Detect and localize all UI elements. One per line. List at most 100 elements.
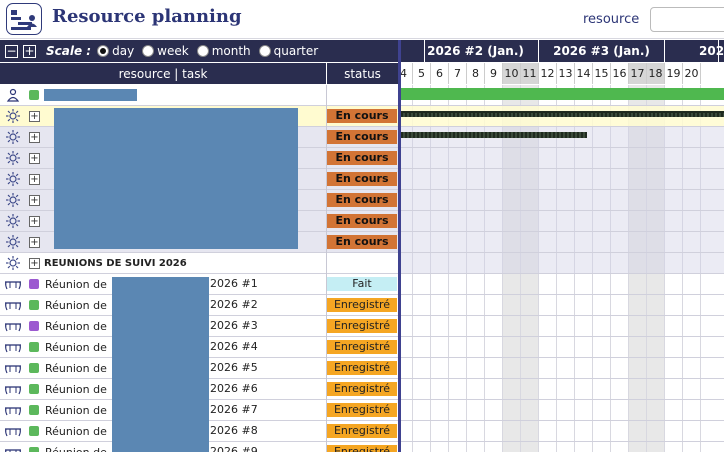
project-bar[interactable] bbox=[401, 111, 724, 117]
redacted-resource-name bbox=[44, 89, 137, 101]
resource-task-column-header[interactable]: resource | task bbox=[0, 63, 326, 84]
status-badge: Fait bbox=[327, 277, 397, 291]
expand-row-button[interactable]: + bbox=[29, 257, 40, 269]
status-badge: En cours bbox=[327, 130, 397, 144]
expand-row-button[interactable]: + bbox=[29, 131, 40, 143]
gear-icon bbox=[0, 129, 26, 145]
expand-all-button[interactable]: + bbox=[23, 44, 36, 58]
radio-icon bbox=[196, 45, 209, 57]
gantt-row[interactable] bbox=[401, 379, 724, 400]
day-header: 14 bbox=[575, 63, 593, 84]
gantt-grid bbox=[401, 85, 724, 452]
task-suffix: 2026 #8 bbox=[210, 424, 258, 437]
status-badge: En cours bbox=[327, 235, 397, 249]
day-header: 8 bbox=[467, 63, 485, 84]
scale-month-radio[interactable]: month bbox=[196, 44, 251, 58]
expand-row-button[interactable]: + bbox=[29, 152, 40, 164]
redacted-meeting-names bbox=[112, 277, 209, 452]
gantt-row[interactable] bbox=[401, 169, 724, 190]
gear-icon bbox=[0, 255, 26, 271]
resource-load-bar[interactable] bbox=[401, 88, 724, 100]
scale-week-radio[interactable]: week bbox=[142, 44, 189, 58]
gear-icon bbox=[0, 150, 26, 166]
expand-row-button[interactable]: + bbox=[29, 110, 40, 122]
status-badge: Enregistré bbox=[327, 403, 397, 417]
task-suffix: 2026 #5 bbox=[210, 361, 258, 374]
color-swatch bbox=[29, 90, 39, 100]
day-header-row: 4 5 6 7 8 9 10 11 12 13 14 15 16 17 18 19 20 bbox=[401, 63, 724, 84]
table-icon bbox=[0, 362, 26, 374]
status-badge: Enregistré bbox=[327, 319, 397, 333]
scale-day-radio[interactable]: day bbox=[97, 44, 134, 58]
table-icon bbox=[0, 299, 26, 311]
week-header-row: 2026 #2 (Jan.)2026 #3 (Jan.)2026 bbox=[401, 40, 724, 62]
gantt-row[interactable] bbox=[401, 358, 724, 379]
app-header: Resource planning resource bbox=[0, 0, 724, 39]
day-header: 6 bbox=[431, 63, 449, 84]
day-header: 10 bbox=[503, 63, 521, 84]
status-badge: Enregistré bbox=[327, 340, 397, 354]
user-icon bbox=[0, 88, 26, 102]
day-header: 18 bbox=[647, 63, 665, 84]
collapse-all-button[interactable]: − bbox=[5, 44, 18, 58]
task-suffix: 2026 #6 bbox=[210, 382, 258, 395]
table-icon bbox=[0, 341, 26, 353]
day-header: 15 bbox=[593, 63, 611, 84]
gantt-row[interactable] bbox=[401, 253, 724, 274]
color-swatch bbox=[29, 279, 39, 289]
project-bar[interactable] bbox=[401, 132, 587, 138]
table-icon bbox=[0, 320, 26, 332]
expand-row-button[interactable]: + bbox=[29, 173, 40, 185]
expand-row-button[interactable]: + bbox=[29, 215, 40, 227]
day-header: 17 bbox=[629, 63, 647, 84]
task-suffix: 2026 #9 bbox=[210, 445, 258, 452]
gantt-row[interactable] bbox=[401, 274, 724, 295]
task-suffix: 2026 #4 bbox=[210, 340, 258, 353]
column-divider bbox=[326, 85, 327, 452]
expand-row-button[interactable]: + bbox=[29, 194, 40, 206]
status-column-header[interactable]: status bbox=[327, 63, 398, 84]
gantt-row[interactable] bbox=[401, 211, 724, 232]
gear-icon bbox=[0, 108, 26, 124]
table-icon bbox=[0, 404, 26, 416]
gear-icon bbox=[0, 234, 26, 250]
gantt-timeline: 2026 #2 (Jan.)2026 #3 (Jan.)2026 4567891… bbox=[401, 40, 724, 452]
table-icon bbox=[0, 425, 26, 437]
radio-checked-icon bbox=[97, 45, 110, 57]
project-row[interactable]: + REUNIONS DE SUIVI 2026 bbox=[0, 253, 398, 274]
color-swatch bbox=[29, 300, 39, 310]
color-swatch bbox=[29, 447, 39, 452]
gantt-row[interactable] bbox=[401, 421, 724, 442]
expand-row-button[interactable]: + bbox=[29, 236, 40, 248]
scale-label: Scale : bbox=[46, 44, 92, 58]
week-header: 2026 #3 (Jan.) bbox=[539, 40, 665, 62]
gantt-row[interactable] bbox=[401, 316, 724, 337]
week-header: 2026 bbox=[665, 40, 724, 62]
gantt-row[interactable] bbox=[401, 400, 724, 421]
color-swatch bbox=[29, 321, 39, 331]
status-badge: Enregistré bbox=[327, 445, 397, 452]
gantt-row[interactable] bbox=[401, 190, 724, 211]
gantt-row[interactable] bbox=[401, 337, 724, 358]
color-swatch bbox=[29, 363, 39, 373]
gear-icon bbox=[0, 192, 26, 208]
color-swatch bbox=[29, 384, 39, 394]
day-header: 13 bbox=[557, 63, 575, 84]
resource-planning-logo-icon bbox=[6, 3, 42, 35]
table-icon bbox=[0, 278, 26, 290]
gantt-row[interactable] bbox=[401, 442, 724, 452]
color-swatch bbox=[29, 426, 39, 436]
day-header: 11 bbox=[521, 63, 539, 84]
status-badge: En cours bbox=[327, 193, 397, 207]
scale-quarter-radio[interactable]: quarter bbox=[258, 44, 318, 58]
week-header: 2026 #2 (Jan.) bbox=[413, 40, 539, 62]
resource-search-input[interactable] bbox=[650, 7, 724, 32]
status-badge: Enregistré bbox=[327, 298, 397, 312]
gantt-row[interactable] bbox=[401, 148, 724, 169]
gantt-row[interactable] bbox=[401, 232, 724, 253]
status-badge: Enregistré bbox=[327, 361, 397, 375]
gear-icon bbox=[0, 171, 26, 187]
day-header: 7 bbox=[449, 63, 467, 84]
day-header: 5 bbox=[413, 63, 431, 84]
gantt-row[interactable] bbox=[401, 295, 724, 316]
